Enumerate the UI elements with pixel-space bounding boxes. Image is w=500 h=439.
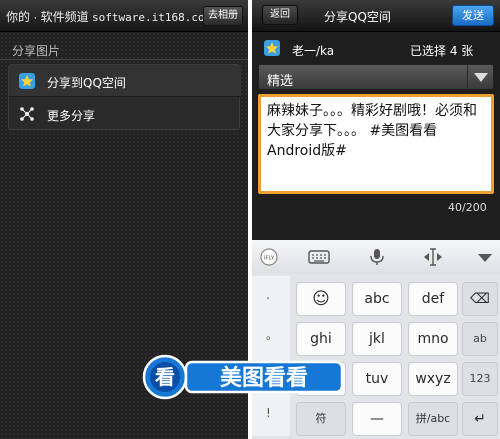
english-mode-key[interactable]: ab	[462, 322, 498, 356]
divider	[0, 59, 248, 60]
svg-text:看: 看	[155, 365, 175, 389]
more-share-item[interactable]: 更多分享	[9, 98, 241, 130]
account-row: 老一/ka 已选择 4 张	[252, 34, 500, 62]
go-to-album-button[interactable]: 去相册	[203, 6, 243, 26]
key-tuv[interactable]: tuv	[352, 362, 402, 396]
backspace-key[interactable]: ⌫	[462, 282, 498, 316]
post-text-input[interactable]: 麻辣妹子。。。精彩好剧哦！必须和大家分享下。。。 #美图看看Android版#	[258, 94, 494, 194]
share-to-qzone-label: 分享到QQ空间	[47, 76, 126, 90]
svg-text:美图看看: 美图看看	[220, 365, 308, 391]
watermark-domain: software.it168.com	[92, 11, 212, 24]
share-menu: 分享到QQ空间 更多分享	[8, 64, 241, 130]
svg-text:iFLY: iFLY	[264, 256, 275, 262]
collapse-icon[interactable]	[474, 248, 496, 266]
keyboard-toolbar: iFLY	[252, 240, 500, 274]
key-def[interactable]: def	[408, 282, 458, 316]
key-ghi[interactable]: ghi	[296, 322, 346, 356]
numbers-key[interactable]: 123	[462, 362, 498, 396]
share-image-heading: 分享图片	[12, 44, 61, 58]
punct-key[interactable]: 。	[266, 326, 278, 343]
selected-count: 已选择 4 张	[410, 44, 474, 58]
space-key[interactable]: —	[352, 402, 402, 436]
meitu-kankan-logo: 看 美图看看	[142, 354, 344, 400]
share-icon	[20, 107, 34, 121]
chevron-down-icon	[474, 73, 488, 82]
punct-key[interactable]: !	[266, 406, 271, 420]
keyboard-icon[interactable]	[308, 248, 330, 266]
share-to-qzone-item[interactable]: 分享到QQ空间	[9, 65, 241, 97]
dropdown-toggle[interactable]	[467, 65, 493, 89]
key-mno[interactable]: mno	[408, 322, 458, 356]
ifly-logo-icon[interactable]: iFLY	[258, 248, 280, 266]
key-abc[interactable]: abc	[352, 282, 402, 316]
back-button[interactable]: 返回	[262, 5, 298, 25]
pinyin-abc-toggle-key[interactable]: 拼/abc	[408, 402, 458, 436]
enter-key[interactable]: ↵	[462, 402, 498, 436]
more-share-label: 更多分享	[47, 109, 96, 123]
key-jkl[interactable]: jkl	[352, 322, 402, 356]
punct-key[interactable]: .	[266, 288, 270, 302]
cursor-move-icon[interactable]	[422, 248, 444, 266]
qzone-star-icon	[264, 40, 280, 56]
character-counter: 40/200	[448, 201, 487, 214]
microphone-icon[interactable]	[366, 248, 388, 266]
username: 老一/ka	[292, 44, 335, 58]
emoji-key[interactable]: ☺	[296, 282, 346, 316]
page-title: 分享QQ空间	[324, 10, 391, 24]
watermark-text-cn: 你的 · 软件频道	[6, 10, 89, 24]
qzone-star-icon	[19, 73, 35, 89]
album-dropdown[interactable]: 精选	[258, 64, 494, 90]
source-watermark: 你的 · 软件频道 software.it168.com	[6, 8, 211, 25]
symbols-key[interactable]: 符	[296, 402, 346, 436]
meitu-logo-graphic: 看 美图看看	[142, 354, 344, 400]
soft-keyboard: iFLY . 。 ? !	[252, 240, 500, 439]
key-wxyz[interactable]: wxyz	[408, 362, 458, 396]
right-top-bar: 返回 分享QQ空间 发送	[252, 0, 500, 32]
send-button[interactable]: 发送	[452, 5, 494, 26]
album-dropdown-value: 精选	[267, 74, 294, 89]
left-top-bar: 你的 · 软件频道 software.it168.com 去相册	[0, 0, 248, 32]
